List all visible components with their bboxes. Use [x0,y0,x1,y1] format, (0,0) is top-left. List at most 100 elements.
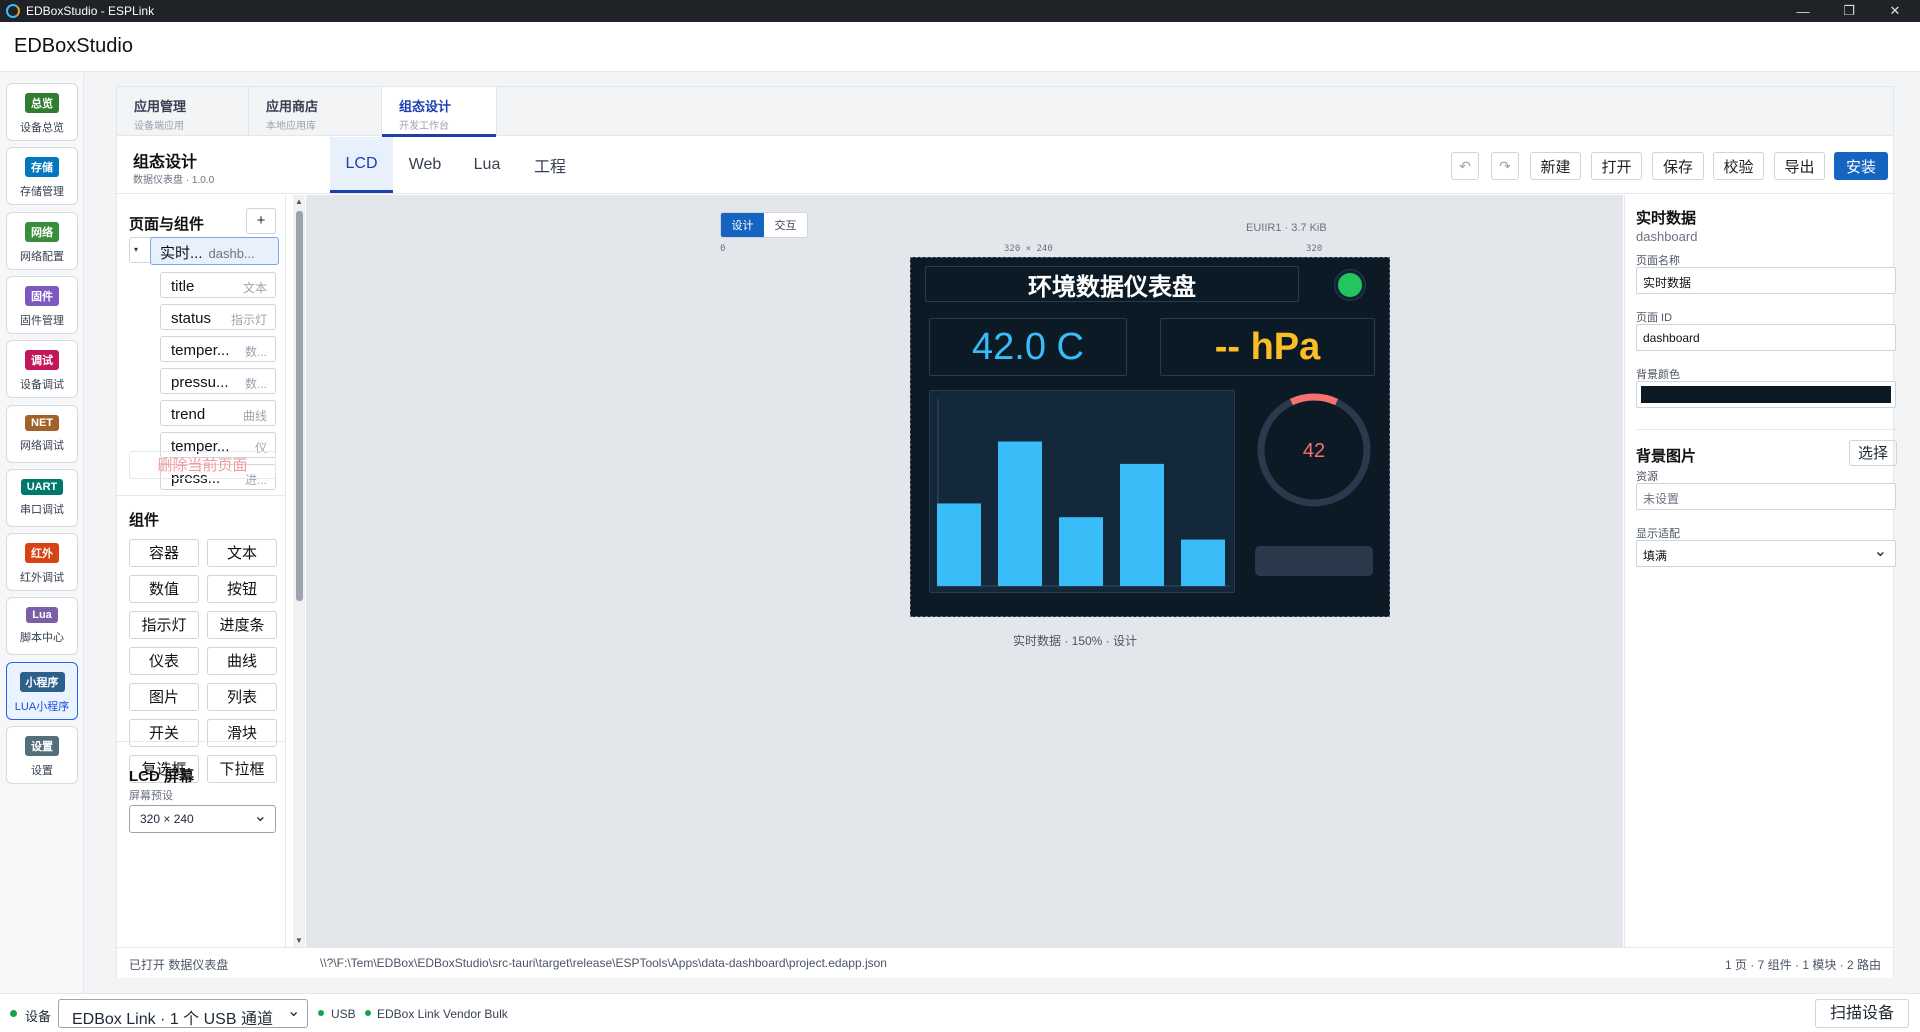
lcd-screen-preview[interactable]: 环境数据仪表盘 42.0 C -- hPa 42 [910,257,1390,617]
component-palette-item[interactable]: 数值 [129,575,199,603]
component-palette-item[interactable]: 容器 [129,539,199,567]
nav-badge: 设置 [25,736,59,756]
sidebar-item-8[interactable]: Lua 脚本中心 [6,597,78,656]
pressure-progress-bar[interactable] [1255,546,1373,576]
sidebar-item-3[interactable]: 固件 固件管理 [6,275,78,334]
page-tree-root[interactable]: ▾ 实时... dashb... [129,237,279,265]
minimize-button[interactable]: — [1780,0,1826,22]
page-id-input[interactable]: dashboard [1636,324,1896,351]
trend-bars [937,399,1230,587]
nav-badge: 固件 [25,285,59,306]
interact-mode-button[interactable]: 交互 [764,213,807,237]
validate-button[interactable]: 校验 [1713,152,1764,180]
tab-app-store[interactable]: 应用商店 本地应用库 [249,87,382,136]
scroll-up-icon[interactable]: ▲ [295,197,303,206]
maximize-button[interactable]: ❐ [1826,0,1872,22]
add-page-button[interactable]: + [246,208,276,234]
delete-page-button[interactable]: 删除当前页面 [129,451,276,479]
device-select[interactable]: EDBox Link · 1 个 USB 通道 [58,999,308,1028]
component-palette-item[interactable]: 指示灯 [129,611,199,639]
tab-project[interactable]: 工程 [517,137,583,193]
status-indicator[interactable] [1335,270,1365,300]
expand-toggle-icon[interactable]: ▾ [134,245,138,254]
pages-heading: 页面与组件 [129,216,205,233]
sidebar-item-9[interactable]: 小程序 LUA小程序 [6,661,78,720]
scroll-down-icon[interactable]: ▼ [295,936,303,945]
sidebar-item-6[interactable]: UART 串口调试 [6,468,78,527]
design-mode-button[interactable]: 设计 [721,213,764,237]
nav-badge: UART [20,478,64,495]
component-palette-item[interactable]: 进度条 [207,611,277,639]
choose-image-button[interactable]: 选择 [1849,440,1897,466]
component-palette-item[interactable]: 列表 [207,683,277,711]
page-name-input[interactable]: 实时数据 [1636,267,1896,294]
component-node[interactable]: pressu... 数... [160,368,276,394]
sidebar-item-7[interactable]: 红外 红外调试 [6,533,78,592]
close-button[interactable]: ✕ [1872,0,1918,22]
sidebar-scrollbar[interactable]: ▲ ▼ [293,195,305,947]
node-kind: 指示灯 [230,313,267,327]
tab-subtitle: 本地应用库 [266,121,316,132]
scrollbar-thumb[interactable] [296,211,303,601]
window-title: EDBoxStudio - ESPLink [26,4,155,18]
page-id-label: 页面 ID [1636,312,1673,324]
nav-badge: Lua [26,607,58,624]
component-palette-item[interactable]: 下拉框 [207,755,277,783]
fit-select[interactable]: 填满 [1636,540,1896,567]
install-button[interactable]: 安装 [1834,152,1888,180]
tab-lcd[interactable]: LCD [330,137,393,193]
sidebar-item-5[interactable]: NET 网络调试 [6,404,78,463]
open-button[interactable]: 打开 [1591,152,1642,180]
redo-button[interactable]: ↷ [1491,152,1519,180]
page-label: 实时... [160,245,203,262]
tab-lua[interactable]: Lua [457,137,517,193]
tab-designer[interactable]: 组态设计 开发工作台 [382,87,497,137]
component-palette-item[interactable]: 开关 [129,719,199,747]
page-title: 组态设计 [133,154,198,171]
scan-devices-button[interactable]: 扫描设备 [1815,999,1909,1028]
bg-color-picker[interactable] [1636,381,1896,408]
component-node[interactable]: trend 曲线 [160,400,276,426]
component-palette-item[interactable]: 曲线 [207,647,277,675]
component-palette-item[interactable]: 按钮 [207,575,277,603]
sidebar-item-2[interactable]: 网络 网络配置 [6,211,78,270]
nav-badge: 总览 [25,93,59,113]
save-button[interactable]: 保存 [1652,152,1704,180]
component-node[interactable]: temper... 数... [160,336,276,362]
app-name: EDBoxStudio [14,35,133,57]
design-canvas[interactable]: 设计 交互 0 320 × 240 320 EUIIR1 · 3.7 KiB 环… [306,195,1623,947]
component-palette-item[interactable]: 滑块 [207,719,277,747]
component-palette-item[interactable]: 文本 [207,539,277,567]
node-label: trend [171,406,206,423]
component-node[interactable]: status 指示灯 [160,304,276,330]
selected-page[interactable]: 实时... dashb... [150,237,279,265]
canvas-caption: 实时数据 · 150% · 设计 [1013,634,1138,648]
screen-preset-select[interactable]: 320 × 240 [129,805,276,833]
component-node[interactable]: title 文本 [160,272,276,298]
temperature-value[interactable]: 42.0 C [929,318,1127,376]
project-stats: 1 页 · 7 组件 · 1 模块 · 2 路由 [1724,958,1881,972]
chevron-down-icon[interactable]: ⌄ [287,1001,300,1021]
pressure-value[interactable]: -- hPa [1160,318,1375,376]
undo-button[interactable]: ↶ [1451,152,1479,180]
trend-chart[interactable] [929,390,1235,593]
sidebar-item-1[interactable]: 存储 存储管理 [6,147,78,206]
tab-web[interactable]: Web [393,137,457,193]
sidebar-item-0[interactable]: 总览 设备总览 [6,83,78,141]
component-palette-item[interactable]: 仪表 [129,647,199,675]
screen-title[interactable]: 环境数据仪表盘 [925,266,1299,302]
ruler-start: 0 [720,244,726,254]
asset-input[interactable]: 未设置 [1636,483,1896,510]
component-palette-item[interactable]: 图片 [129,683,199,711]
status-footer: 已打开 数据仪表盘 \\?\F:\Tem\EDBox\EDBoxStudio\s… [117,947,1893,978]
sidebar-item-10[interactable]: 设置 设置 [6,726,78,784]
export-button[interactable]: 导出 [1774,152,1825,180]
tab-title: 应用商店 [266,99,319,114]
tab-app-management[interactable]: 应用管理 设备端应用 [117,87,249,136]
gauge[interactable]: 42 [1255,391,1373,509]
sidebar-item-4[interactable]: 调试 设备调试 [6,340,78,399]
ruler-end: 320 [1306,244,1323,254]
bg-color-swatch [1641,386,1891,403]
new-button[interactable]: 新建 [1530,152,1581,180]
properties-title: 实时数据 [1636,210,1697,227]
